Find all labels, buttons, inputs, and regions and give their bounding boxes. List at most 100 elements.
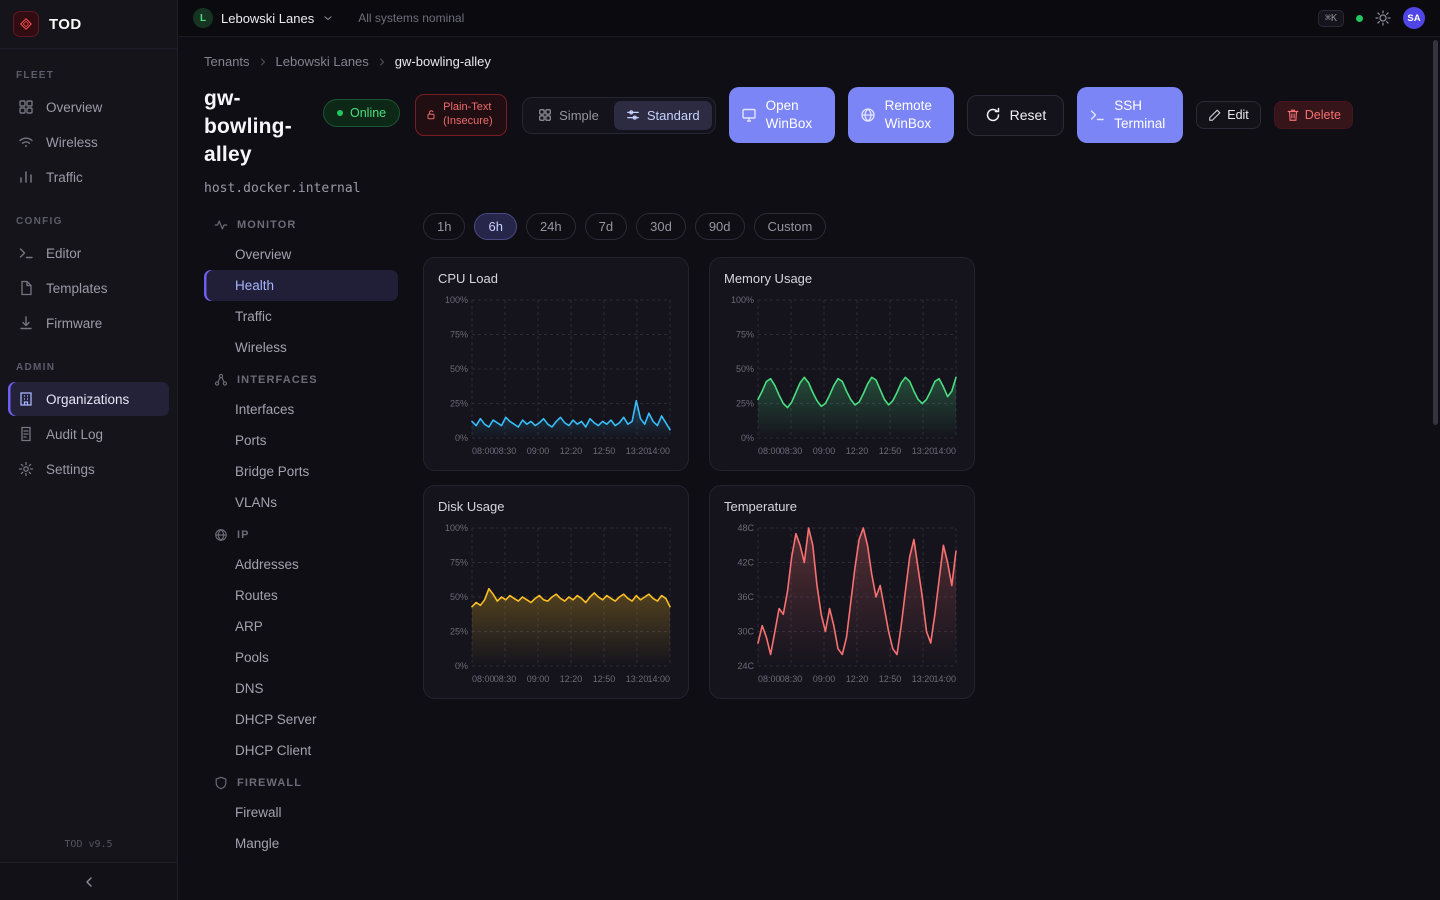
unlock-icon [425, 109, 437, 121]
topbar-right: ⌘K SA [1318, 7, 1425, 29]
svg-text:09:00: 09:00 [813, 446, 836, 456]
app-logo[interactable]: TOD [0, 0, 177, 49]
grid-icon [18, 99, 34, 115]
chart-card-disk-usage: Disk Usage0%25%50%75%100%08:0008:3009:00… [423, 485, 689, 699]
subnav-item-dhcp-client[interactable]: DHCP Client [204, 735, 398, 766]
chart-plot-cpu-load: 0%25%50%75%100%08:0008:3009:0012:2012:50… [438, 292, 676, 462]
building-icon [18, 391, 34, 407]
command-palette-shortcut[interactable]: ⌘K [1318, 10, 1344, 27]
sidebar: TOD FLEETOverviewWirelessTrafficCONFIGEd… [0, 0, 178, 900]
subnav-item-routes[interactable]: Routes [204, 580, 398, 611]
subnav-item-dhcp-server[interactable]: DHCP Server [204, 704, 398, 735]
time-range-1h[interactable]: 1h [423, 213, 465, 240]
svg-text:14:00: 14:00 [647, 446, 670, 456]
globe-icon [214, 528, 228, 542]
subnav-item-mangle[interactable]: Mangle [204, 828, 398, 859]
theme-toggle-sun-icon[interactable] [1375, 10, 1391, 26]
time-range-6h[interactable]: 6h [474, 213, 516, 240]
subnav-item-addresses[interactable]: Addresses [204, 549, 398, 580]
time-range-90d[interactable]: 90d [695, 213, 745, 240]
svg-text:08:00: 08:00 [472, 446, 495, 456]
time-range-7d[interactable]: 7d [585, 213, 627, 240]
monitor-icon [741, 107, 757, 123]
time-range-24h[interactable]: 24h [526, 213, 576, 240]
diamond-icon [13, 11, 39, 37]
reset-button[interactable]: Reset [967, 95, 1065, 136]
sidebar-item-settings[interactable]: Settings [8, 452, 169, 486]
mode-standard-button[interactable]: Standard [614, 101, 712, 130]
subnav-item-overview[interactable]: Overview [204, 239, 398, 270]
svg-text:09:00: 09:00 [527, 446, 550, 456]
svg-text:50%: 50% [450, 592, 468, 602]
sidebar-item-label: Traffic [46, 170, 83, 185]
sidebar-item-label: Editor [46, 246, 81, 261]
time-range-selector: 1h 6h 24h 7d 30d 90d Custom [423, 213, 1414, 240]
ssh-terminal-button[interactable]: SSH Terminal [1077, 87, 1183, 143]
button-label: Delete [1305, 108, 1341, 122]
breadcrumb-tenants[interactable]: Tenants [204, 54, 250, 69]
main-area: L Lebowski Lanes All systems nominal ⌘K … [178, 0, 1440, 900]
subnav-item-vlans[interactable]: VLANs [204, 487, 398, 518]
subnav-item-traffic[interactable]: Traffic [204, 301, 398, 332]
edit-button[interactable]: Edit [1196, 101, 1261, 129]
tenant-selector[interactable]: L Lebowski Lanes [193, 8, 334, 28]
svg-text:100%: 100% [445, 295, 468, 305]
sidebar-item-wireless[interactable]: Wireless [8, 125, 169, 159]
svg-text:08:00: 08:00 [758, 674, 781, 684]
page-content: TenantsLebowski Lanesgw-bowling-alley gw… [178, 37, 1440, 900]
subnav-item-dns[interactable]: DNS [204, 673, 398, 704]
breadcrumb-lebowski-lanes[interactable]: Lebowski Lanes [276, 54, 369, 69]
subnav-item-firewall[interactable]: Firewall [204, 797, 398, 828]
sidebar-item-organizations[interactable]: Organizations [8, 382, 169, 416]
chart-title: Disk Usage [438, 499, 674, 514]
sidebar-section-admin: ADMIN [0, 341, 177, 381]
online-dot-icon [337, 110, 343, 116]
svg-text:08:30: 08:30 [780, 674, 803, 684]
subnav-item-pools[interactable]: Pools [204, 642, 398, 673]
sidebar-collapse-button[interactable] [0, 862, 177, 900]
bar-chart-icon [18, 169, 34, 185]
time-range-custom[interactable]: Custom [754, 213, 827, 240]
svg-text:0%: 0% [455, 661, 468, 671]
scrollbar-thumb[interactable] [1433, 40, 1438, 425]
svg-text:08:30: 08:30 [494, 446, 517, 456]
user-avatar[interactable]: SA [1403, 7, 1425, 29]
subnav-item-ports[interactable]: Ports [204, 425, 398, 456]
time-range-30d[interactable]: 30d [636, 213, 686, 240]
view-mode-toggle: SimpleStandard [522, 97, 716, 134]
svg-text:08:00: 08:00 [472, 674, 495, 684]
sidebar-item-firmware[interactable]: Firmware [8, 306, 169, 340]
terminal-icon [1089, 107, 1105, 123]
health-status-dot [1356, 15, 1363, 22]
subnav-item-health[interactable]: Health [204, 270, 398, 301]
svg-text:08:00: 08:00 [758, 446, 781, 456]
mode-simple-button[interactable]: Simple [526, 101, 611, 130]
subnav-item-wireless[interactable]: Wireless [204, 332, 398, 363]
sidebar-item-overview[interactable]: Overview [8, 90, 169, 124]
sidebar-item-audit-log[interactable]: Audit Log [8, 417, 169, 451]
svg-text:12:20: 12:20 [846, 674, 869, 684]
chart-card-cpu-load: CPU Load0%25%50%75%100%08:0008:3009:0012… [423, 257, 689, 471]
svg-text:14:00: 14:00 [933, 674, 956, 684]
svg-text:08:30: 08:30 [780, 446, 803, 456]
svg-text:12:50: 12:50 [593, 674, 616, 684]
open-winbox-button[interactable]: Open WinBox [729, 87, 835, 143]
sidebar-item-templates[interactable]: Templates [8, 271, 169, 305]
button-label: Reset [1010, 107, 1047, 123]
subnav-item-arp[interactable]: ARP [204, 611, 398, 642]
sidebar-nav: FLEETOverviewWirelessTrafficCONFIGEditor… [0, 49, 177, 487]
subnav-section-monitor: MONITOR [204, 208, 398, 239]
svg-text:42C: 42C [737, 558, 754, 568]
chart-plot-temperature: 24C30C36C42C48C08:0008:3009:0012:2012:50… [724, 520, 962, 690]
subnav-item-bridge-ports[interactable]: Bridge Ports [204, 456, 398, 487]
subnav-section-label: IP [237, 529, 250, 541]
remote-winbox-button[interactable]: Remote WinBox [848, 87, 954, 143]
delete-button[interactable]: Delete [1274, 101, 1353, 129]
subnav-item-interfaces[interactable]: Interfaces [204, 394, 398, 425]
sidebar-item-traffic[interactable]: Traffic [8, 160, 169, 194]
svg-text:25%: 25% [450, 627, 468, 637]
charts-column: 1h6h24h7d30d90dCustom CPU Load0%25%50%75… [423, 208, 1414, 699]
activity-icon [214, 218, 228, 232]
sidebar-item-editor[interactable]: Editor [8, 236, 169, 270]
refresh-icon [985, 107, 1001, 123]
